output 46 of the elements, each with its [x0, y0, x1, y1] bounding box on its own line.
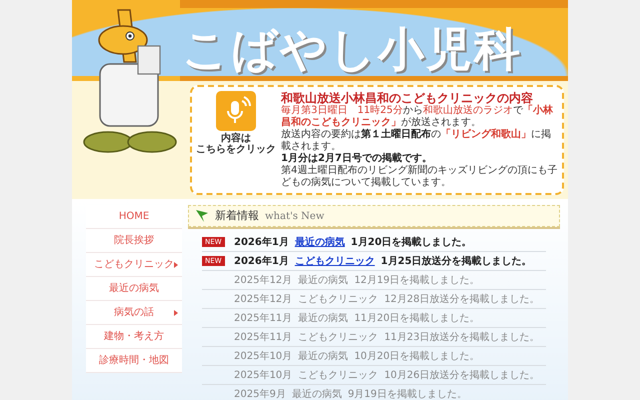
sidebar-link[interactable]: 院長挨拶	[86, 229, 182, 253]
news-link[interactable]: 最近の病気	[292, 386, 342, 400]
news-text: 1月20日を掲載しました。	[350, 236, 472, 250]
info-line: 第4週土曜日配布のリビング新聞のキッズリビングの頂にも子どもの病気について掲載しています。	[281, 165, 558, 189]
sidebar-link[interactable]: こどもクリニック	[86, 253, 182, 277]
news-link[interactable]: 最近の病気	[294, 234, 345, 250]
news-date: 2025年10月	[234, 350, 292, 364]
news-date: 2025年12月	[234, 292, 292, 306]
sidebar-link[interactable]: 診療時間・地図	[86, 349, 182, 373]
submenu-arrow-icon	[174, 310, 178, 316]
news-date: 2026年1月	[234, 254, 289, 268]
news-subtitle: what's New	[265, 210, 324, 224]
sidebar-link[interactable]: HOME	[86, 205, 182, 229]
news-date: 2025年11月	[234, 330, 292, 344]
info-line: 毎月第3日曜日 11時25分から和歌山放送のラジオで「小林昌和のこどもクリニック」が放送されます。	[281, 105, 554, 128]
news-text: 10月26日放送分を掲載しました。	[384, 368, 540, 382]
news-link[interactable]: こどもクリニック	[298, 330, 378, 344]
radio-title: 和歌山放送小林昌和のこどもクリニックの内容	[281, 91, 533, 105]
news-link[interactable]: こどもクリニック	[298, 292, 378, 306]
news-text: 1月25日放送分を掲載しました。	[380, 254, 532, 268]
news-text: 12月19日を掲載しました。	[354, 274, 480, 288]
sidebar-link[interactable]: 最近の病気	[86, 277, 182, 301]
news-text: 11月20日を掲載しました。	[354, 312, 480, 326]
news-link[interactable]: こどもクリニック	[298, 368, 378, 382]
news-link[interactable]: 最近の病気	[298, 310, 348, 326]
sidebar-link[interactable]: 病気の話	[86, 301, 182, 325]
news-date: 2025年12月	[234, 274, 292, 288]
news-date: 2025年9月	[234, 388, 286, 400]
news-link[interactable]: 最近の病気	[298, 348, 348, 364]
news-title: 新着情報	[215, 208, 259, 224]
news-text: 9月19日を掲載しました。	[348, 388, 467, 400]
click-caption[interactable]: こちらをクリック	[196, 144, 276, 155]
news-date: 2026年1月	[234, 236, 289, 250]
sidebar-link[interactable]: 建物・考え方	[86, 325, 182, 349]
news-text: 11月23日放送分を掲載しました。	[384, 330, 540, 344]
click-caption[interactable]: 内容は	[221, 133, 251, 144]
info-line: 1月分は2月7日号での掲載です。	[281, 153, 433, 164]
news-text: 12月28日放送分を掲載しました。	[384, 292, 540, 306]
news-date: 2025年11月	[234, 312, 292, 326]
microphone-icon[interactable]	[216, 91, 256, 131]
news-date: 2025年10月	[234, 368, 292, 382]
news-text: 10月20日を掲載しました。	[354, 350, 480, 364]
news-link[interactable]: こどもクリニック	[294, 254, 375, 268]
info-line: 放送内容の要約は第１土曜日配布の「リビング和歌山」に掲載されます。	[281, 129, 552, 152]
news-link[interactable]: 最近の病気	[298, 272, 348, 288]
submenu-arrow-icon	[174, 262, 178, 268]
